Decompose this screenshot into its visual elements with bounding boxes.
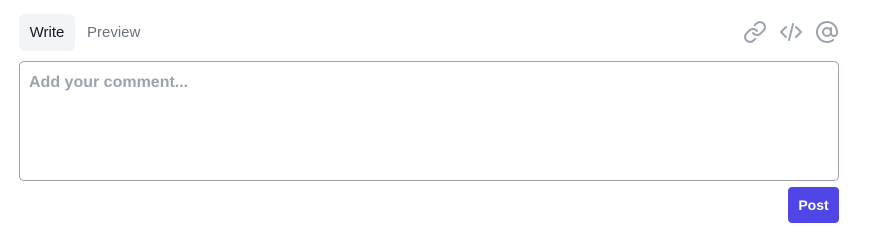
comment-input[interactable] [19, 61, 839, 181]
link-icon[interactable] [743, 20, 767, 44]
tab-write[interactable]: Write [19, 14, 75, 51]
editor-toolbar: Write Preview [19, 14, 839, 51]
formatting-icons [743, 20, 839, 44]
editor-tabs: Write Preview [19, 14, 148, 51]
comment-editor: Write Preview Add your comment... Post [19, 14, 839, 223]
tab-preview[interactable]: Preview [79, 14, 148, 51]
code-icon[interactable] [779, 20, 803, 44]
post-button[interactable]: Post [788, 187, 839, 223]
at-sign-icon[interactable] [815, 20, 839, 44]
